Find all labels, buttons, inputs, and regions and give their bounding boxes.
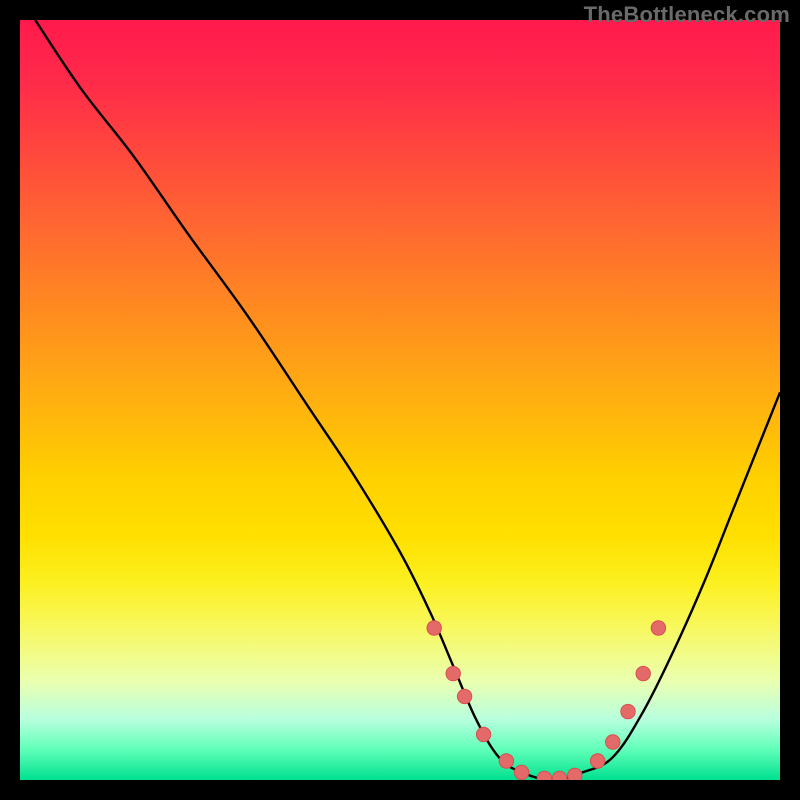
marker-dot [537,771,551,780]
marker-dot [621,704,635,718]
marker-dot [636,666,650,680]
chart-frame: TheBottleneck.com [0,0,800,800]
marker-dot [446,666,460,680]
marker-dot [476,727,490,741]
marker-dot [457,689,471,703]
marker-dot [606,735,620,749]
watermark-text: TheBottleneck.com [584,2,790,28]
curve-line [35,20,780,780]
chart-svg [20,20,780,780]
marker-dot [499,754,513,768]
marker-dot [568,768,582,780]
marker-dot [552,771,566,780]
markers-group [427,621,666,780]
marker-dot [651,621,665,635]
marker-dot [427,621,441,635]
plot-area [20,20,780,780]
marker-dot [590,754,604,768]
marker-dot [514,765,528,779]
